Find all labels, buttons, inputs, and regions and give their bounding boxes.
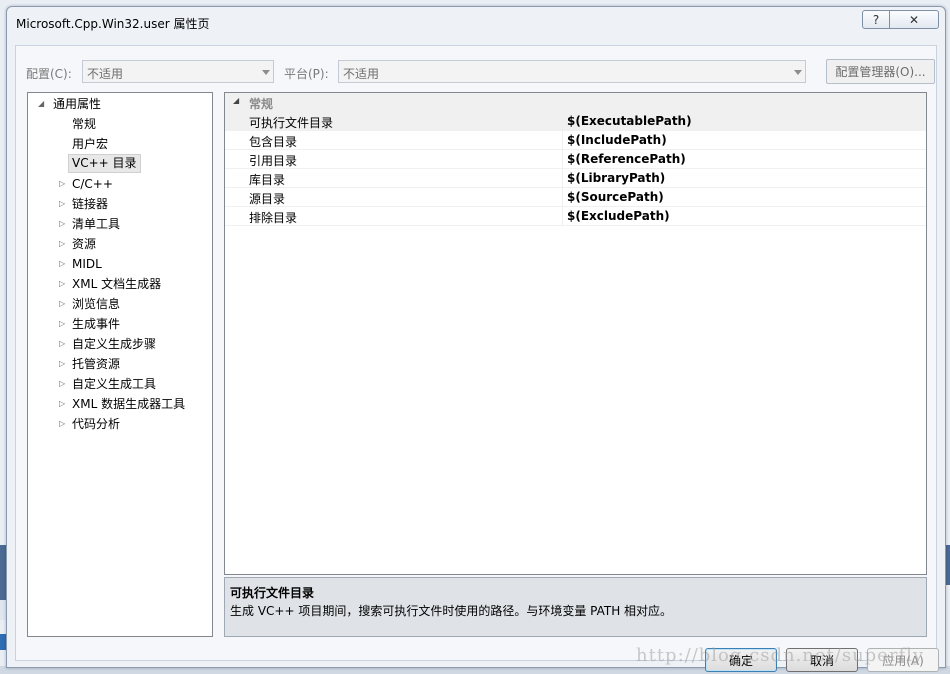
property-value[interactable]: $(ExecutablePath) [567, 114, 692, 128]
expand-triangle-icon[interactable]: ▷ [59, 255, 69, 273]
expand-triangle-icon[interactable]: ▷ [59, 175, 69, 193]
tree-item-label: 自定义生成工具 [72, 377, 157, 391]
expanded-triangle-icon[interactable]: ◢ [38, 95, 48, 113]
close-button[interactable]: ✕ [889, 10, 939, 29]
config-label: 配置(C): [26, 67, 72, 81]
collapse-triangle-icon[interactable]: ◢ [233, 96, 239, 105]
watermark: http://blog.csdn.net/superfly [636, 645, 925, 666]
expand-triangle-icon[interactable]: ▷ [59, 275, 69, 293]
property-value[interactable]: $(ExcludePath) [567, 209, 670, 223]
column-separator [562, 169, 563, 188]
expand-triangle-icon[interactable]: ▷ [59, 415, 69, 433]
expand-triangle-icon[interactable]: ▷ [59, 215, 69, 233]
property-name: 包含目录 [249, 135, 298, 149]
tree-item-label: 通用属性 [53, 97, 102, 111]
expand-triangle-icon[interactable]: ▷ [59, 395, 69, 413]
expand-triangle-icon[interactable]: ▷ [59, 375, 69, 393]
tree-item-label: 代码分析 [72, 417, 121, 431]
property-tree[interactable]: ◢ 通用属性 常规 用户宏 VC++ 目录 ▷ C/C++ ▷ 链接器 ▷ 清单工具 ▷ 资源 ▷ MI… [27, 92, 213, 637]
tree-item-label: XML 文档生成器 [72, 277, 162, 291]
platform-label: 平台(P): [284, 67, 329, 81]
column-separator [562, 150, 563, 169]
grid-row[interactable]: 库目录 $(LibraryPath) [225, 169, 926, 188]
help-button[interactable]: ? [862, 10, 890, 29]
description-panel: 可执行文件目录 生成 VC++ 项目期间，搜索可执行文件时使用的路径。与环境变量… [224, 577, 927, 637]
expand-triangle-icon[interactable]: ▷ [59, 195, 69, 213]
platform-select[interactable]: 不适用 [338, 60, 806, 83]
title-bar[interactable]: Microsoft.Cpp.Win32.user 属性页 ? ✕ [7, 7, 945, 37]
dialog-body: 配置(C): 不适用 平台(P): 不适用 配置管理器(O)... ◢ 通用属性… [15, 45, 939, 672]
config-manager-button[interactable]: 配置管理器(O)... [826, 59, 935, 84]
grid-row[interactable]: 排除目录 $(ExcludePath) [225, 207, 926, 226]
platform-select-value: 不适用 [343, 67, 380, 81]
tree-item-label: 托管资源 [72, 357, 121, 371]
column-separator [562, 112, 563, 131]
tree-item-label: VC++ 目录 [68, 154, 141, 173]
property-value[interactable]: $(ReferencePath) [567, 152, 686, 166]
config-select[interactable]: 不适用 [82, 60, 274, 83]
grid-row[interactable]: 可执行文件目录 $(ExecutablePath) [225, 112, 926, 131]
chevron-down-icon [794, 70, 802, 75]
description-text: 生成 VC++ 项目期间，搜索可执行文件时使用的路径。与环境变量 PATH 相对… [230, 604, 673, 618]
property-value[interactable]: $(SourcePath) [567, 190, 664, 204]
property-name: 排除目录 [249, 211, 298, 225]
expand-triangle-icon[interactable]: ▷ [59, 295, 69, 313]
tree-item-label: 链接器 [72, 197, 109, 211]
expand-triangle-icon[interactable]: ▷ [59, 355, 69, 373]
grid-category-label: 常规 [249, 97, 274, 111]
window-title: Microsoft.Cpp.Win32.user 属性页 [16, 17, 210, 31]
tree-item-label: 常规 [72, 117, 97, 131]
close-icon: ✕ [908, 12, 920, 27]
column-separator [562, 131, 563, 150]
tree-item-label: C/C++ [72, 177, 113, 191]
grid-row[interactable]: 引用目录 $(ReferencePath) [225, 150, 926, 169]
tree-item-label: 清单工具 [72, 217, 121, 231]
column-separator [562, 207, 563, 226]
property-name: 源目录 [249, 192, 286, 206]
property-name: 库目录 [249, 173, 286, 187]
chevron-down-icon [262, 70, 270, 75]
tree-item-label: 自定义生成步骤 [72, 337, 157, 351]
column-separator [562, 188, 563, 207]
grid-row[interactable]: 源目录 $(SourcePath) [225, 188, 926, 207]
property-value[interactable]: $(LibraryPath) [567, 171, 665, 185]
property-value[interactable]: $(IncludePath) [567, 133, 667, 147]
tree-item-label: MIDL [72, 257, 102, 271]
property-name: 可执行文件目录 [249, 116, 334, 130]
tree-item-label: 用户宏 [72, 137, 109, 151]
expand-triangle-icon[interactable]: ▷ [59, 315, 69, 333]
expand-triangle-icon[interactable]: ▷ [59, 235, 69, 253]
tree-item-label: 浏览信息 [72, 297, 121, 311]
property-grid[interactable]: ◢ 常规 可执行文件目录 $(ExecutablePath) 包含目录 $(Inclu… [224, 92, 927, 575]
description-title: 可执行文件目录 [230, 586, 315, 600]
property-pages-dialog: Microsoft.Cpp.Win32.user 属性页 ? ✕ 配置(C): … [6, 6, 946, 672]
tree-item-label: XML 数据生成器工具 [72, 397, 186, 411]
config-select-value: 不适用 [87, 67, 124, 81]
grid-row[interactable]: 包含目录 $(IncludePath) [225, 131, 926, 150]
help-icon: ? [872, 12, 880, 27]
tree-item-label: 生成事件 [72, 317, 121, 331]
property-name: 引用目录 [249, 154, 298, 168]
tree-item-label: 资源 [72, 237, 97, 251]
expand-triangle-icon[interactable]: ▷ [59, 335, 69, 353]
grid-category-general[interactable]: ◢ 常规 [225, 93, 926, 112]
